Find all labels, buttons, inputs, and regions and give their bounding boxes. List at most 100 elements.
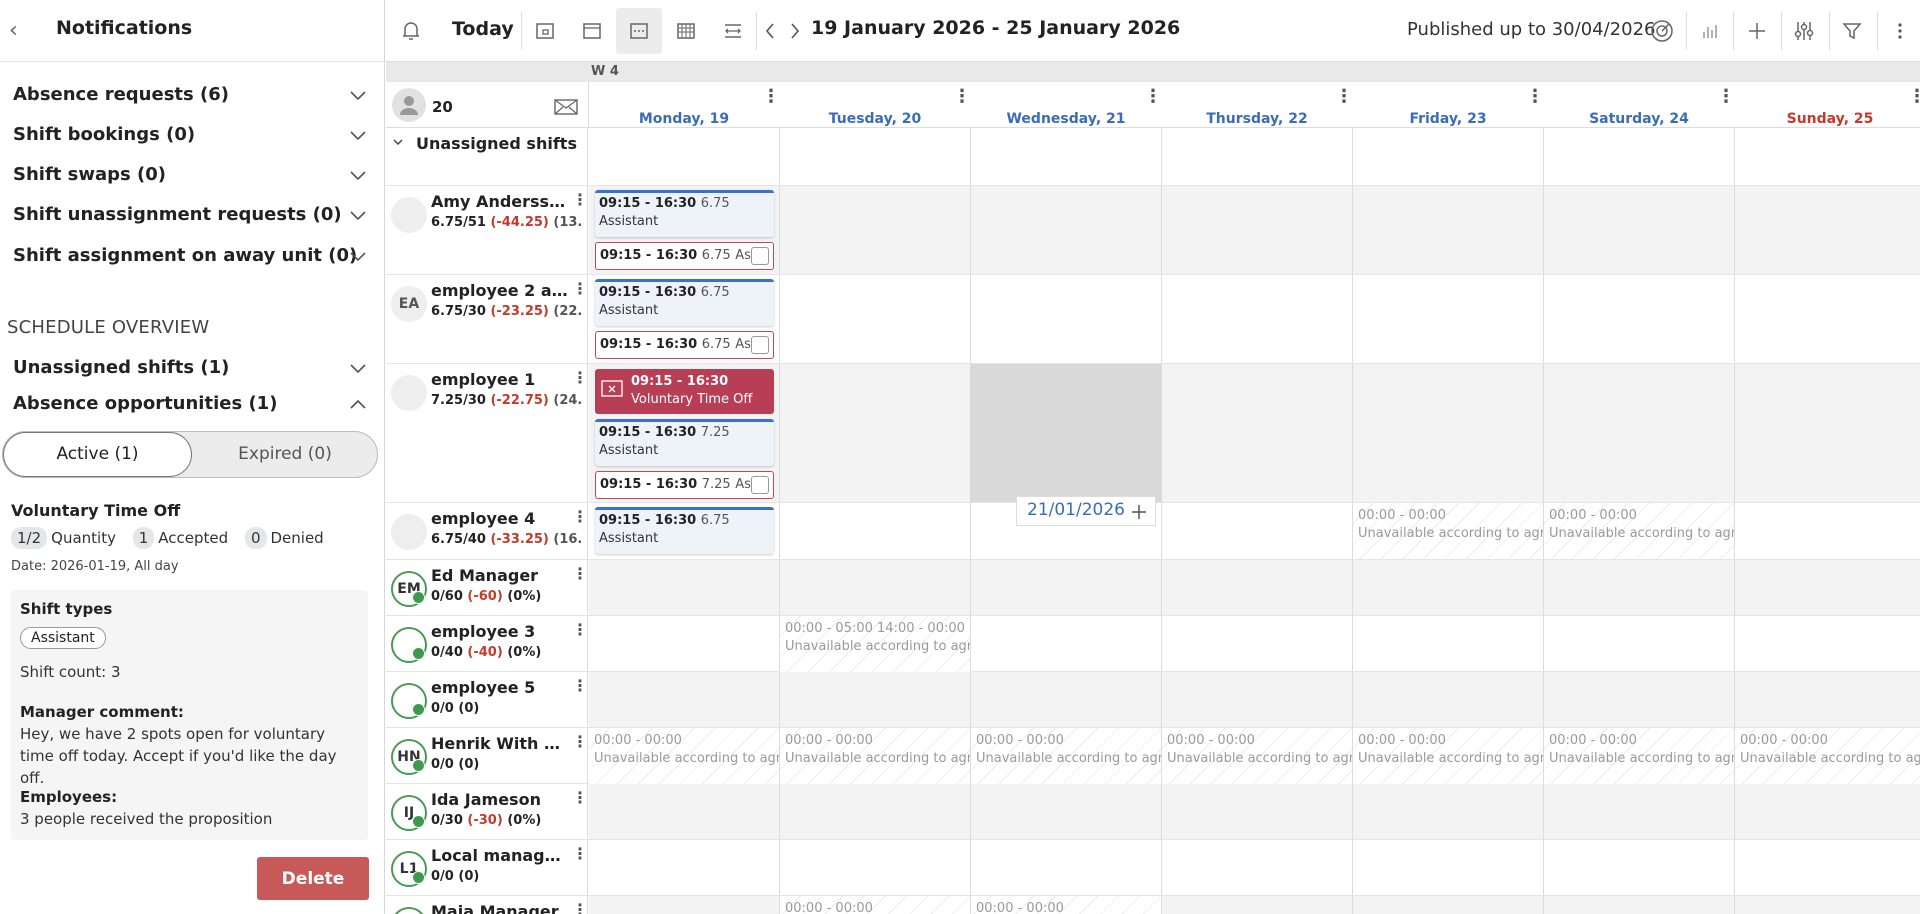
day-header-monday[interactable]: Monday, 19 xyxy=(589,111,779,127)
day-header-sunday[interactable]: Sunday, 25 xyxy=(1735,111,1920,127)
day-header-saturday[interactable]: Saturday, 24 xyxy=(1544,111,1734,127)
chevron-down-icon[interactable] xyxy=(350,91,366,101)
employee-name[interactable]: Maja Manager xyxy=(431,902,571,914)
accordion-shift-unassignment[interactable]: Shift unassignment requests (0) xyxy=(13,204,342,225)
day-header-friday[interactable]: Friday, 23 xyxy=(1353,111,1543,127)
employee-name[interactable]: Amy Andersson xyxy=(431,192,571,211)
shift-card-pending[interactable]: 09:15 - 16:30 6.75 Assis xyxy=(595,242,774,270)
target-icon[interactable] xyxy=(1647,16,1677,46)
week-number: W 4 xyxy=(591,64,619,79)
settings-sliders-icon[interactable] xyxy=(1789,16,1819,46)
filter-icon[interactable] xyxy=(1837,16,1867,46)
day-view-icon[interactable] xyxy=(530,16,560,46)
column-menu-icon[interactable]: ⋮ xyxy=(1526,86,1544,107)
employee-menu-icon[interactable]: ⋮ xyxy=(572,368,588,387)
employee-menu-icon[interactable]: ⋮ xyxy=(572,190,588,209)
back-icon[interactable]: ‹ xyxy=(9,18,29,44)
bar-chart-icon[interactable] xyxy=(1695,16,1725,46)
accordion-absence-requests[interactable]: Absence requests (6) xyxy=(13,84,229,105)
employee-hours: 0/30 (-30) (0%) xyxy=(431,813,542,828)
column-menu-icon[interactable]: ⋮ xyxy=(1335,86,1353,107)
day-header-tuesday[interactable]: Tuesday, 20 xyxy=(780,111,970,127)
accordion-away-unit[interactable]: Shift assignment on away unit (0) xyxy=(13,245,357,266)
chevron-down-icon[interactable] xyxy=(350,252,366,262)
manager-comment: Hey, we have 2 spots open for voluntary … xyxy=(20,725,337,787)
employee-hours: 7.25/30 (-22.75) (24.1... xyxy=(431,393,583,408)
employee-name[interactable]: Henrik With A L... xyxy=(431,734,571,753)
employee-name[interactable]: Ed Manager xyxy=(431,566,571,585)
mail-icon[interactable] xyxy=(554,98,578,116)
shift-checkbox[interactable] xyxy=(751,476,769,494)
next-week-icon[interactable] xyxy=(784,16,806,46)
employee-menu-icon[interactable]: ⋮ xyxy=(572,507,588,526)
table-row: EA employee 2 agre... 6.75/30 (-23.25) (… xyxy=(386,275,1920,364)
employee-name[interactable]: employee 3 xyxy=(431,622,571,641)
employee-menu-icon[interactable]: ⋮ xyxy=(572,732,588,751)
table-row: employee 5 0/0 (0) ⋮ xyxy=(386,672,1920,728)
column-menu-icon[interactable]: ⋮ xyxy=(1908,86,1920,107)
time-off-icon xyxy=(601,380,623,397)
accordion-shift-bookings[interactable]: Shift bookings (0) xyxy=(13,124,195,145)
accordion-absence-opportunities[interactable]: Absence opportunities (1) xyxy=(13,393,277,414)
chevron-down-icon[interactable] xyxy=(350,171,366,181)
shift-card-pending[interactable]: 09:15 - 16:30 6.75 Assis xyxy=(595,331,774,359)
people-icon xyxy=(392,88,426,122)
column-menu-icon[interactable]: ⋮ xyxy=(762,86,780,107)
employee-menu-icon[interactable]: ⋮ xyxy=(572,900,588,914)
day-header-thursday[interactable]: Thursday, 22 xyxy=(1162,111,1352,127)
chevron-up-icon[interactable] xyxy=(350,399,366,409)
employee-menu-icon[interactable]: ⋮ xyxy=(572,620,588,639)
column-menu-icon[interactable]: ⋮ xyxy=(1144,86,1162,107)
previous-week-icon[interactable] xyxy=(759,16,781,46)
today-button[interactable]: Today xyxy=(452,18,514,40)
employee-menu-icon[interactable]: ⋮ xyxy=(572,676,588,695)
employee-name[interactable]: employee 5 xyxy=(431,678,571,697)
day-header-wednesday[interactable]: Wednesday, 21 xyxy=(971,111,1161,127)
column-menu-icon[interactable]: ⋮ xyxy=(1717,86,1735,107)
delete-button[interactable]: Delete xyxy=(257,857,369,900)
employee-menu-icon[interactable]: ⋮ xyxy=(572,788,588,807)
shift-card[interactable]: 09:15 - 16:30 6.75 Assistant xyxy=(595,190,774,237)
timeline-view-icon[interactable] xyxy=(624,16,654,46)
employee-name[interactable]: Ida Jameson xyxy=(431,790,571,809)
schedule-overview-heading: SCHEDULE OVERVIEW xyxy=(7,317,210,338)
accordion-unassigned-shifts[interactable]: Unassigned shifts (1) xyxy=(13,357,229,378)
chevron-down-icon[interactable] xyxy=(350,211,366,221)
more-vertical-icon[interactable] xyxy=(1885,16,1915,46)
employee-menu-icon[interactable]: ⋮ xyxy=(572,279,588,298)
month-view-icon[interactable] xyxy=(671,16,701,46)
add-icon[interactable] xyxy=(1742,16,1772,46)
bell-icon[interactable] xyxy=(396,16,426,46)
employee-name[interactable]: employee 4 xyxy=(431,509,571,528)
chevron-down-icon[interactable] xyxy=(350,131,366,141)
shift-card[interactable]: 09:15 - 16:30 7.25 Assistant xyxy=(595,419,774,466)
shift-checkbox[interactable] xyxy=(751,336,769,354)
published-status: Published up to 30/04/2026 xyxy=(1407,19,1656,40)
tab-expired[interactable]: Expired (0) xyxy=(192,432,378,477)
shift-types-heading: Shift types xyxy=(20,600,113,618)
unavailability-block: 00:00 - 00:00 Unavailable according to ag… xyxy=(1162,728,1352,784)
employee-name[interactable]: employee 1 xyxy=(431,370,571,389)
date-tooltip[interactable]: 21/01/2026 xyxy=(1016,496,1156,526)
employee-name[interactable]: employee 2 agre... xyxy=(431,281,571,300)
shift-card-pending[interactable]: 09:15 - 16:30 7.25 Assis xyxy=(595,471,774,499)
shift-card[interactable]: 09:15 - 16:30 6.75 Assistant xyxy=(595,279,774,326)
employee-menu-icon[interactable]: ⋮ xyxy=(572,844,588,863)
chevron-down-icon[interactable] xyxy=(350,364,366,374)
avatar xyxy=(391,907,427,914)
employee-menu-icon[interactable]: ⋮ xyxy=(572,564,588,583)
add-icon[interactable] xyxy=(1131,504,1147,520)
opportunity-stats: 1/2 Quantity 1 Accepted 0 Denied xyxy=(11,527,336,549)
accordion-shift-swaps[interactable]: Shift swaps (0) xyxy=(13,164,166,185)
week-view-icon[interactable] xyxy=(577,16,607,46)
shift-checkbox[interactable] xyxy=(751,247,769,265)
employee-name[interactable]: Local manager s... xyxy=(431,846,571,865)
check-icon xyxy=(412,815,425,828)
tab-active[interactable]: Active (1) xyxy=(3,432,192,477)
compact-view-icon[interactable] xyxy=(718,16,748,46)
chevron-down-icon[interactable] xyxy=(392,136,404,148)
denied-label: Denied xyxy=(270,529,324,547)
shift-card[interactable]: 09:15 - 16:30 6.75 Assistant xyxy=(595,507,774,554)
voluntary-time-off-card[interactable]: 09:15 - 16:30 Voluntary Time Off xyxy=(595,369,774,414)
column-menu-icon[interactable]: ⋮ xyxy=(953,86,971,107)
